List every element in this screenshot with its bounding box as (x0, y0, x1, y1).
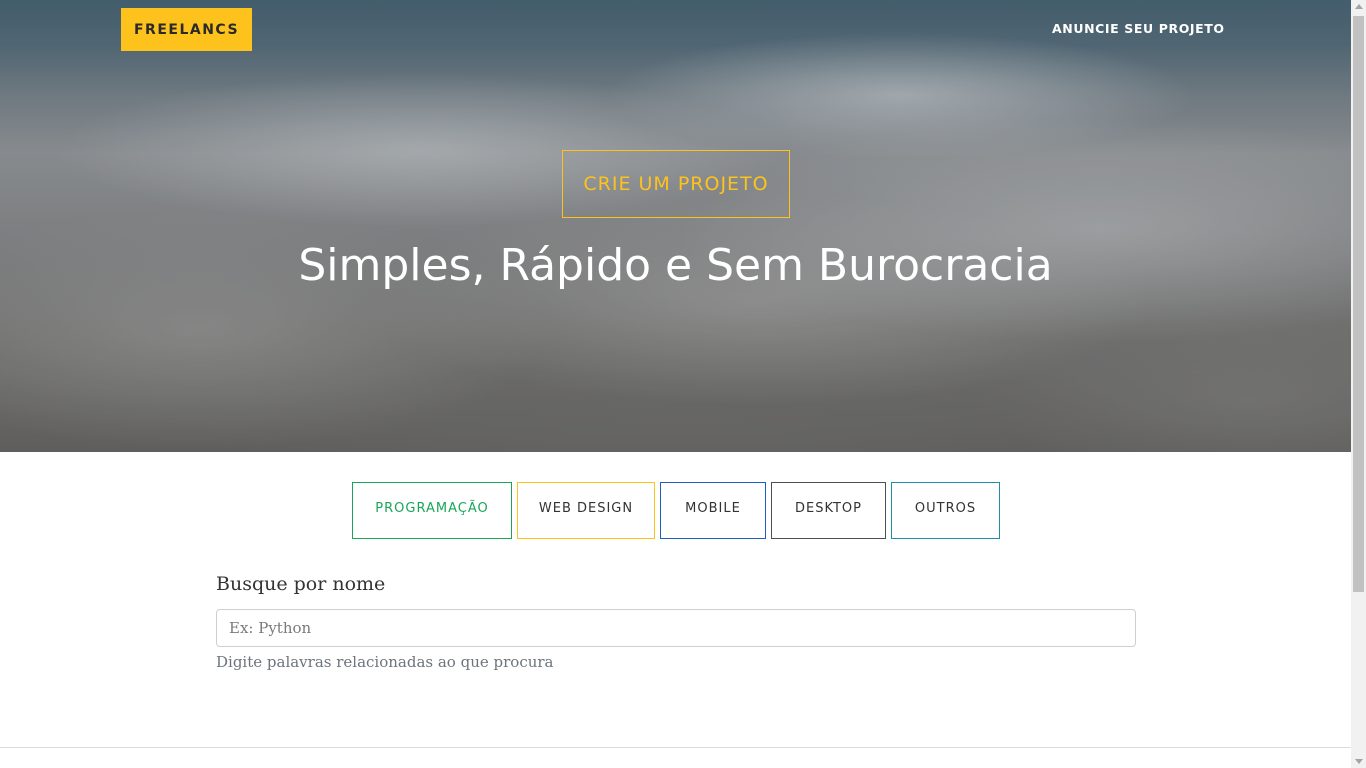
category-button-programacao[interactable]: PROGRAMAÇÃO (352, 482, 512, 539)
brand-logo-button[interactable]: FREELANCS (121, 8, 252, 51)
hero-heading: Simples, Rápido e Sem Burocracia (298, 240, 1053, 291)
search-label: Busque por nome (216, 573, 386, 595)
vertical-scrollbar[interactable] (1351, 0, 1366, 768)
nav-link-post-project[interactable]: ANUNCIE SEU PROJETO (1052, 21, 1224, 39)
scrollbar-thumb[interactable] (1353, 16, 1364, 592)
category-button-desktop[interactable]: DESKTOP (771, 482, 886, 539)
page: FREELANCS ANUNCIE SEU PROJETO CRIE UM PR… (0, 0, 1351, 768)
category-button-web-design[interactable]: WEB DESIGN (517, 482, 655, 539)
search-help-text: Digite palavras relacionadas ao que proc… (216, 653, 554, 671)
hero-background-image (0, 0, 1351, 452)
category-button-outros[interactable]: OUTROS (891, 482, 1000, 539)
category-button-mobile[interactable]: MOBILE (660, 482, 766, 539)
scroll-down-arrow-icon[interactable] (1355, 759, 1363, 764)
footer-divider (0, 747, 1351, 748)
search-input[interactable] (216, 609, 1136, 647)
hero-section: FREELANCS ANUNCIE SEU PROJETO CRIE UM PR… (0, 0, 1351, 452)
scroll-up-arrow-icon[interactable] (1355, 4, 1363, 9)
create-project-button[interactable]: CRIE UM PROJETO (562, 150, 790, 218)
